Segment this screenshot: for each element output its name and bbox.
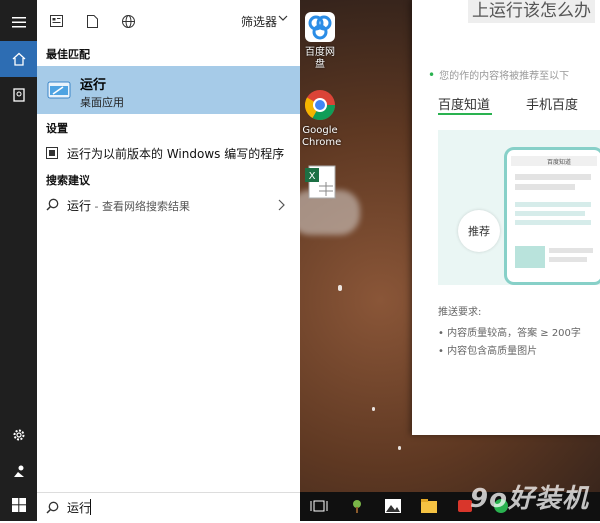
best-match-header: 最佳匹配 bbox=[46, 48, 90, 61]
active-tab-indicator bbox=[438, 113, 492, 115]
settings-header: 设置 bbox=[46, 122, 68, 135]
notice-label: 您的作的内容将被推荐至以下 bbox=[439, 71, 570, 82]
chevron-right-icon[interactable] bbox=[277, 199, 285, 211]
apps-icon bbox=[49, 15, 63, 27]
desktop-icon-excel[interactable]: X bbox=[302, 164, 338, 203]
suggestions-header: 搜索建议 bbox=[46, 174, 90, 187]
chevron-down-icon[interactable] bbox=[278, 13, 288, 23]
tab-mobile-baidu[interactable]: 手机百度 bbox=[526, 94, 578, 113]
best-match-title: 运行 bbox=[80, 78, 107, 93]
user-icon bbox=[13, 465, 24, 477]
suggestion-sub: - 查看网络搜索结果 bbox=[91, 200, 190, 213]
desktop-icon-label: Google Chrome bbox=[302, 125, 342, 148]
text-caret bbox=[90, 499, 91, 515]
browser-window: 上运行该怎么办 • 您的作的内容将被推荐至以下 百度知道 手机百度 百度知道 推荐… bbox=[412, 0, 600, 435]
web-filter-button[interactable] bbox=[117, 10, 139, 32]
chrome-icon bbox=[304, 90, 335, 121]
start-button[interactable] bbox=[0, 487, 37, 523]
best-match-subtitle: 桌面应用 bbox=[80, 96, 124, 109]
recommend-badge: 推荐 bbox=[458, 210, 500, 252]
desktop-icon-baidu-netdisk[interactable]: 百度网盘 bbox=[302, 10, 338, 71]
tab-baidu-zhidao[interactable]: 百度知道 bbox=[438, 94, 490, 113]
compatibility-icon bbox=[46, 147, 58, 159]
panel-toolbar: 筛选器 bbox=[37, 0, 300, 40]
settings-button[interactable] bbox=[0, 417, 37, 453]
settings-result-label: 运行为以前版本的 Windows 编写的程序 bbox=[67, 147, 285, 161]
phone-mockup: 百度知道 bbox=[504, 147, 600, 285]
start-rail bbox=[0, 0, 37, 521]
notice-text: • 您的作的内容将被推荐至以下 bbox=[428, 67, 570, 82]
light-spot bbox=[398, 446, 401, 450]
user-button[interactable] bbox=[0, 453, 37, 489]
requirement-item: • 内容包含高质量图片 bbox=[438, 346, 538, 357]
file-explorer-icon[interactable] bbox=[420, 498, 438, 514]
best-match-item[interactable]: 运行 桌面应用 bbox=[37, 66, 300, 114]
documents-filter-button[interactable] bbox=[81, 10, 103, 32]
game-app-icon[interactable] bbox=[348, 498, 366, 514]
baidu-netdisk-icon bbox=[305, 12, 335, 42]
suggestion-text: 运行 - 查看网络搜索结果 bbox=[67, 197, 190, 214]
start-search-panel: 筛选器 最佳匹配 运行 桌面应用 设置 运行为以前版本的 Windows 编写的… bbox=[37, 0, 300, 521]
run-app-icon bbox=[47, 81, 71, 99]
task-view-icon[interactable] bbox=[310, 498, 328, 514]
requirements-title: 推送要求: bbox=[438, 307, 482, 318]
hamburger-menu-button[interactable] bbox=[0, 4, 37, 40]
excel-file-icon: X bbox=[305, 165, 336, 199]
light-spot bbox=[372, 407, 375, 411]
web-suggestion-item[interactable]: 运行 - 查看网络搜索结果 bbox=[37, 193, 300, 217]
search-input[interactable]: 运行 bbox=[67, 499, 91, 516]
home-button[interactable] bbox=[0, 41, 37, 77]
phone-content: 百度知道 bbox=[511, 156, 597, 268]
light-spot bbox=[338, 285, 342, 291]
desktop-icon-chrome[interactable]: Google Chrome bbox=[302, 88, 342, 149]
apps-filter-button[interactable] bbox=[45, 10, 67, 32]
requirement-item: • 内容质量较高，答案 ≥ 200字 bbox=[438, 328, 581, 339]
suggestion-term: 运行 bbox=[67, 199, 92, 213]
watermark-logo: 9o好装机 bbox=[470, 484, 589, 514]
home-icon bbox=[12, 52, 25, 66]
globe-icon bbox=[121, 14, 135, 28]
svg-text:X: X bbox=[309, 171, 316, 182]
desktop-icon-label: 百度网盘 bbox=[305, 47, 335, 70]
windows-logo-icon bbox=[11, 498, 26, 512]
hamburger-icon bbox=[11, 17, 26, 28]
search-icon bbox=[46, 501, 59, 514]
bullet-icon: • bbox=[428, 68, 436, 82]
page-heading: 上运行该怎么办 bbox=[468, 0, 595, 23]
search-icon bbox=[46, 198, 59, 211]
recommend-illustration: 百度知道 推荐 bbox=[438, 130, 600, 285]
notebook-icon bbox=[12, 88, 25, 102]
gear-icon bbox=[13, 429, 24, 441]
photos-icon[interactable] bbox=[384, 498, 402, 514]
phone-title: 百度知道 bbox=[547, 158, 571, 166]
search-box[interactable]: 运行 bbox=[37, 492, 300, 522]
document-icon bbox=[86, 14, 98, 28]
filter-button[interactable]: 筛选器 bbox=[241, 13, 277, 30]
settings-result-item[interactable]: 运行为以前版本的 Windows 编写的程序 bbox=[37, 141, 300, 165]
documents-button[interactable] bbox=[0, 77, 37, 113]
